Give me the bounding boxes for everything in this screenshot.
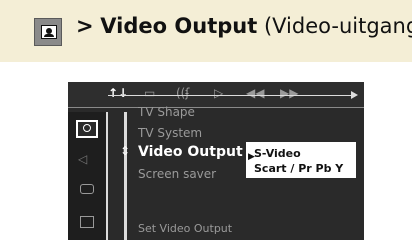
option-s-video[interactable]: ▶ S-Video (248, 147, 301, 162)
nav-arrow (108, 91, 358, 99)
divider (106, 112, 108, 240)
play-icon[interactable]: ▷ (214, 86, 223, 100)
osd-topbar: ↑↓ ▭ ((ʄ ▷ ◀◀ ▶▶ (68, 82, 364, 108)
title-main: Video Output (100, 14, 258, 38)
rewind-icon[interactable]: ◀◀ (246, 86, 264, 100)
manual-header: > Video Output (Video-uitgang) (0, 0, 412, 62)
video-output-submenu: ▶ S-Video Scart / Pr Pb Y (246, 142, 356, 178)
lock-icon[interactable] (80, 216, 94, 228)
subtitle-icon[interactable] (80, 184, 94, 194)
title-subtitle: (Video-uitgang) (263, 14, 412, 38)
selection-marker-icon: ▶ (248, 152, 255, 162)
audio-icon[interactable]: ((ʄ (176, 86, 189, 100)
status-text: Set Video Output (138, 222, 233, 235)
menu-item-tv-shape[interactable]: TV Shape (138, 105, 195, 119)
picture-icon[interactable] (76, 120, 98, 138)
title-prefix: > (76, 14, 94, 38)
option-scart[interactable]: Scart / Pr Pb Y (254, 162, 343, 175)
section-title: > Video Output (Video-uitgang) (76, 14, 412, 38)
speaker-icon[interactable]: ◁ (78, 152, 96, 166)
menu-item-video-output[interactable]: Video Output (138, 144, 243, 160)
picture-setup-icon (34, 18, 62, 46)
updown-arrow-icon: ⇕ (120, 144, 131, 158)
osd-sidebar: ◁ (68, 112, 106, 240)
subtitle-icon[interactable]: ▭ (144, 86, 155, 100)
forward-icon[interactable]: ▶▶ (280, 86, 298, 100)
divider (124, 112, 127, 240)
setup-icon[interactable]: ↑↓ (108, 86, 128, 100)
menu-item-tv-system[interactable]: TV System (138, 126, 202, 140)
menu-item-screen-saver[interactable]: Screen saver (138, 167, 216, 181)
osd-menu-area: ◁ ⇕ TV Shape TV System Video Output Scre… (68, 105, 364, 240)
